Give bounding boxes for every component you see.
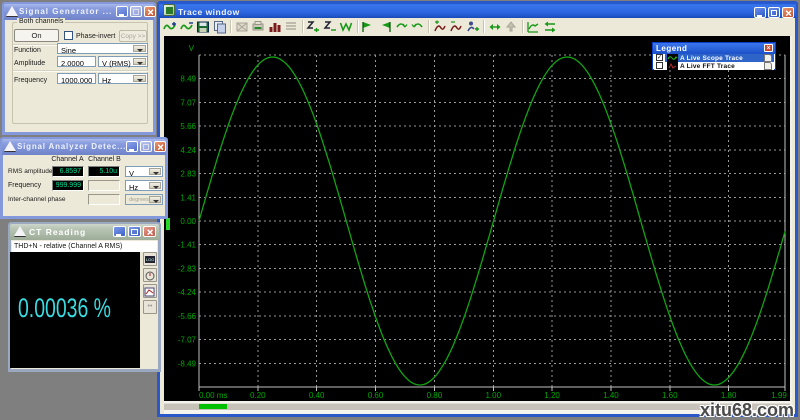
svg-text:-1.41: -1.41 — [178, 241, 197, 250]
svg-text:-8.49: -8.49 — [178, 359, 197, 368]
svg-text:0.60: 0.60 — [368, 391, 384, 400]
svg-text:5.66: 5.66 — [180, 122, 196, 131]
svg-text:1.99: 1.99 — [771, 391, 787, 400]
svg-text:-7.07: -7.07 — [178, 336, 197, 345]
svg-text:4.24: 4.24 — [180, 146, 196, 155]
svg-text:-2.83: -2.83 — [178, 264, 197, 273]
svg-text:1.41: 1.41 — [180, 193, 196, 202]
svg-text:1.20: 1.20 — [544, 391, 560, 400]
svg-text:0.80: 0.80 — [427, 391, 443, 400]
svg-text:0.00 ms: 0.00 ms — [199, 391, 227, 400]
svg-text:-5.66: -5.66 — [178, 312, 197, 321]
svg-text:1.60: 1.60 — [662, 391, 678, 400]
svg-text:1.80: 1.80 — [721, 391, 737, 400]
svg-text:0.20: 0.20 — [250, 391, 266, 400]
svg-text:0.40: 0.40 — [309, 391, 325, 400]
svg-text:2.83: 2.83 — [180, 170, 196, 179]
svg-text:-4.24: -4.24 — [178, 288, 197, 297]
svg-text:1.40: 1.40 — [603, 391, 619, 400]
svg-text:8.49: 8.49 — [180, 75, 196, 84]
svg-text:7.07: 7.07 — [180, 98, 196, 107]
svg-text:V: V — [189, 44, 195, 53]
svg-text:0.00: 0.00 — [180, 217, 196, 226]
svg-text:1.00: 1.00 — [485, 391, 501, 400]
